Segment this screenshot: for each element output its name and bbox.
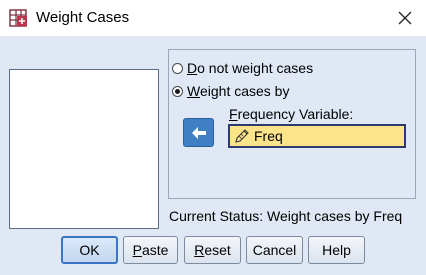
close-icon[interactable] bbox=[394, 7, 416, 29]
mnemonic-f: F bbox=[229, 106, 238, 122]
weight-cases-dialog: Weight Cases Do not weight cases Weight … bbox=[0, 0, 426, 275]
mnemonic-r: R bbox=[194, 242, 205, 258]
move-variable-button[interactable] bbox=[183, 118, 214, 147]
radio-weight-cases-by[interactable]: Weight cases by bbox=[172, 83, 289, 99]
frequency-variable-label: Frequency Variable: bbox=[229, 106, 353, 122]
current-status: Current Status: Weight cases by Freq bbox=[169, 208, 403, 224]
arrow-left-icon bbox=[191, 126, 206, 139]
frequency-variable-field[interactable]: Freq bbox=[228, 124, 406, 148]
radio-do-not-weight[interactable]: Do not weight cases bbox=[172, 60, 313, 76]
radio-button-icon[interactable] bbox=[172, 62, 183, 74]
ok-button[interactable]: OK bbox=[61, 236, 118, 264]
frequency-variable-text: requency Variable: bbox=[237, 106, 354, 122]
weight-cases-by-text: eight cases by bbox=[199, 83, 290, 99]
mnemonic-p: P bbox=[132, 242, 142, 258]
frequency-variable-value: Freq bbox=[254, 128, 283, 144]
window-title: Weight Cases bbox=[36, 9, 130, 26]
reset-text: eset bbox=[204, 242, 231, 258]
source-variable-list[interactable] bbox=[9, 69, 159, 229]
weight-cases-by-label: Weight cases by bbox=[187, 83, 289, 99]
cancel-button[interactable]: Cancel bbox=[246, 236, 303, 264]
scale-variable-icon bbox=[235, 129, 249, 143]
spss-dataset-icon bbox=[9, 9, 27, 27]
help-button[interactable]: Help bbox=[308, 236, 365, 264]
reset-button[interactable]: Reset bbox=[184, 236, 241, 264]
mnemonic-w: W bbox=[187, 83, 200, 99]
paste-button[interactable]: Paste bbox=[123, 236, 178, 264]
paste-text: aste bbox=[141, 242, 169, 258]
mnemonic-d: D bbox=[187, 60, 198, 76]
do-not-weight-label: Do not weight cases bbox=[187, 60, 313, 76]
radio-button-selected-icon[interactable] bbox=[172, 85, 183, 97]
do-not-weight-text: o not weight cases bbox=[197, 60, 314, 76]
title-bar: Weight Cases bbox=[0, 0, 426, 36]
